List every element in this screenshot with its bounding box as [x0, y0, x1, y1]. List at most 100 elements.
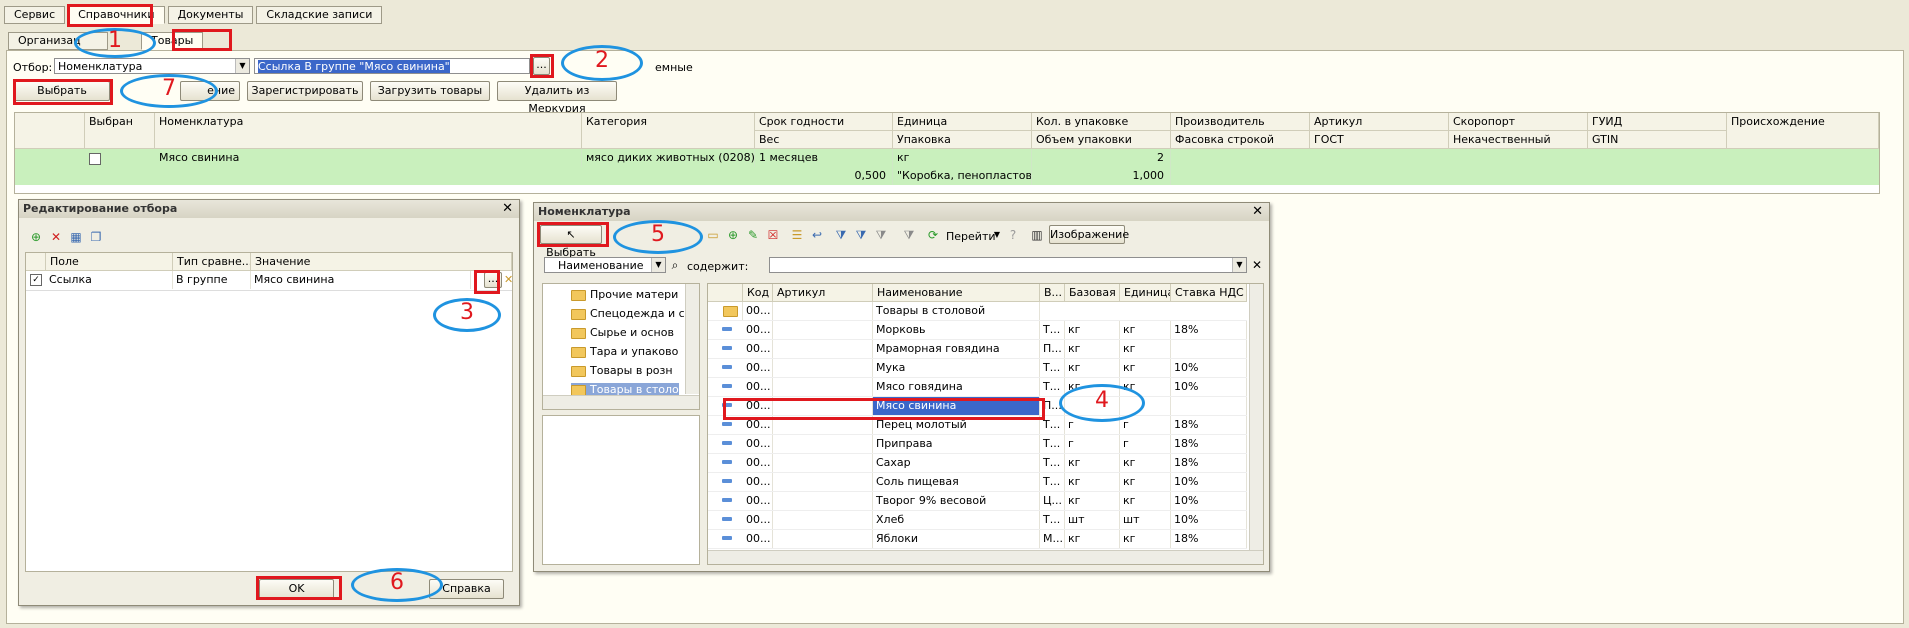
filter-header-type[interactable]: Тип сравне... [173, 253, 251, 271]
list-item[interactable]: 00... Соль пищевая Т... кг кг 10% [708, 473, 1247, 492]
level-up-icon[interactable]: ↩ [810, 228, 824, 242]
load-goods-button[interactable]: Загрузить товары [370, 81, 490, 101]
table-row[interactable]: Мясо свинина мясо диких животных (0208) … [15, 149, 1879, 185]
chevron-down-icon[interactable]: ▼ [990, 228, 1004, 242]
row-selected-checkbox[interactable] [89, 153, 101, 165]
image-button[interactable]: Изображение [1049, 225, 1129, 244]
filter-field-combo[interactable]: Номенклатура ▼ [54, 58, 250, 74]
list-item[interactable]: 00... Морковь Т... кг кг 18% [708, 321, 1247, 340]
header-guid[interactable]: ГУИД [1588, 113, 1727, 131]
tree-hscrollbar[interactable] [543, 395, 699, 409]
header-pack-volume[interactable]: Объем упаковки [1032, 131, 1171, 149]
filter-header-value[interactable]: Значение [251, 253, 512, 271]
list-header-unit[interactable]: Единица [1120, 284, 1171, 302]
list-header-base[interactable]: Базовая [1065, 284, 1120, 302]
header-pack-qty[interactable]: Кол. в упаковке [1032, 113, 1171, 131]
search-input[interactable]: ▼ [769, 257, 1247, 273]
search-field-combo[interactable]: Наименование ▼ [544, 257, 666, 273]
tab-documents[interactable]: Документы [167, 6, 254, 24]
header-selected[interactable]: Выбран [85, 113, 155, 149]
list-hscrollbar[interactable] [708, 550, 1263, 564]
list-header-name[interactable]: Наименование [873, 284, 1040, 302]
list-header-code[interactable]: Код [743, 284, 773, 302]
filter-header-field[interactable]: Поле [46, 253, 173, 271]
header-origin[interactable]: Происхождение [1727, 113, 1879, 149]
list-item[interactable]: 00... Хлеб Т... шт шт 10% [708, 511, 1247, 530]
header-article[interactable]: Артикул [1310, 113, 1449, 131]
chevron-down-icon[interactable]: ▼ [235, 59, 249, 73]
list-header-vat[interactable]: Ставка НДС [1171, 284, 1247, 302]
check-all-icon[interactable]: ▦ [69, 230, 83, 244]
mark-delete-icon[interactable]: ☒ [766, 228, 780, 242]
header-package[interactable]: Упаковка [893, 131, 1032, 149]
select-button[interactable]: Выбрать [14, 81, 110, 101]
header-weight[interactable]: Вес [755, 131, 893, 149]
list-cell-v: Т... [1040, 473, 1065, 491]
clear-search-icon[interactable]: ✕ [1250, 258, 1264, 272]
filter-row-checkbox[interactable]: ✓ [30, 274, 42, 286]
header-pack-string[interactable]: Фасовка строкой [1171, 131, 1310, 149]
filter-value-icon[interactable]: ⧩ [854, 228, 868, 242]
list-item[interactable]: 00... Мраморная говядина П... кг кг [708, 340, 1247, 359]
list-item[interactable]: 00... Сахар Т... кг кг 18% [708, 454, 1247, 473]
list-cell-base: кг [1065, 492, 1120, 510]
filter-off-icon[interactable]: ⧩ [902, 228, 916, 242]
list-item[interactable]: 00... Мясо говядина Т... кг кг 10% [708, 378, 1247, 397]
list-item[interactable]: 00... Мука Т... кг кг 10% [708, 359, 1247, 378]
new-icon[interactable]: ▭ [706, 228, 720, 242]
barcode-icon[interactable]: ▥ [1030, 228, 1044, 242]
tree-item[interactable]: Сырье и основ [571, 326, 674, 339]
filter-ellipsis-button[interactable]: ... [533, 57, 550, 75]
header-gost[interactable]: ГОСТ [1310, 131, 1449, 149]
add-icon[interactable]: ⊕ [29, 230, 43, 244]
close-icon[interactable]: ✕ [502, 201, 513, 216]
close-icon[interactable]: ✕ [1252, 204, 1263, 219]
chevron-down-icon[interactable]: ▼ [651, 258, 665, 272]
tree-item[interactable]: Прочие матери [571, 288, 678, 301]
filter-icon[interactable]: ⧩ [834, 228, 848, 242]
tree-item[interactable]: Тара и упаково [571, 345, 678, 358]
nomen-select-button[interactable]: ↖ Выбрать [540, 225, 602, 259]
list-item[interactable]: 00... Творог 9% весовой Ц... кг кг 10% [708, 492, 1247, 511]
copy-icon[interactable]: ❐ [89, 230, 103, 244]
tree-item[interactable]: Спецодежда и с [571, 307, 685, 320]
delete-icon[interactable]: ✕ [49, 230, 63, 244]
header-manufacturer[interactable]: Производитель [1171, 113, 1310, 131]
list-item[interactable]: 00... Яблоки М... кг кг 18% [708, 530, 1247, 549]
list-item[interactable]: 00... Приправа Т... г г 18% [708, 435, 1247, 454]
clear-icon[interactable]: ✕ [504, 273, 513, 286]
filter-list-icon[interactable]: ⧩ [874, 228, 888, 242]
header-perishable[interactable]: Скоропорт [1449, 113, 1588, 131]
filter-value-ellipsis-button[interactable]: ... [484, 272, 502, 288]
header-shelf-life[interactable]: Срок годности [755, 113, 893, 131]
header-unit[interactable]: Единица [893, 113, 1032, 131]
help-icon[interactable]: ? [1006, 228, 1020, 242]
new-group-icon[interactable]: ⊕ [726, 228, 740, 242]
list-item[interactable]: 00... Перец молотый Т... г г 18% [708, 416, 1247, 435]
refresh-icon[interactable]: ⟳ [926, 228, 940, 242]
tree-item[interactable]: Товары в розн [571, 364, 673, 377]
register-button[interactable]: Зарегистрировать [247, 81, 363, 101]
ok-button[interactable]: OK [259, 579, 334, 599]
delete-mercury-button[interactable]: Удалить из Меркурия [497, 81, 617, 115]
list-header-v[interactable]: В... [1040, 284, 1065, 302]
header-nomenclature[interactable]: Номенклатура [155, 113, 582, 149]
edit-icon[interactable]: ✎ [746, 228, 760, 242]
filter-row[interactable]: ✓ Ссылка В группе Мясо свинина ... ✕ [26, 271, 513, 291]
list-scrollbar[interactable] [1249, 284, 1263, 551]
header-gtin[interactable]: GTIN [1588, 131, 1727, 149]
tab-warehouse[interactable]: Складские записи [256, 6, 383, 24]
list-header-article[interactable]: Артикул [773, 284, 873, 302]
search-icon[interactable]: ⌕ [668, 258, 682, 272]
list-group-row[interactable]: 00... Товары в столовой [708, 302, 1247, 321]
tab-references[interactable]: Справочники [68, 6, 165, 24]
list-item[interactable]: 00... Мясо свинина П... [708, 397, 1247, 416]
goto-menu[interactable]: Перейти [946, 230, 996, 243]
chevron-down-icon[interactable]: ▼ [1232, 258, 1246, 272]
tab-service[interactable]: Сервис [4, 6, 66, 24]
tree-scrollbar[interactable] [685, 284, 699, 394]
header-defective[interactable]: Некачественный [1449, 131, 1588, 149]
hierarchy-icon[interactable]: ☰ [790, 228, 804, 242]
filter-value-input[interactable]: Ссылка В группе "Мясо свинина" [254, 58, 530, 74]
header-category[interactable]: Категория [582, 113, 755, 149]
